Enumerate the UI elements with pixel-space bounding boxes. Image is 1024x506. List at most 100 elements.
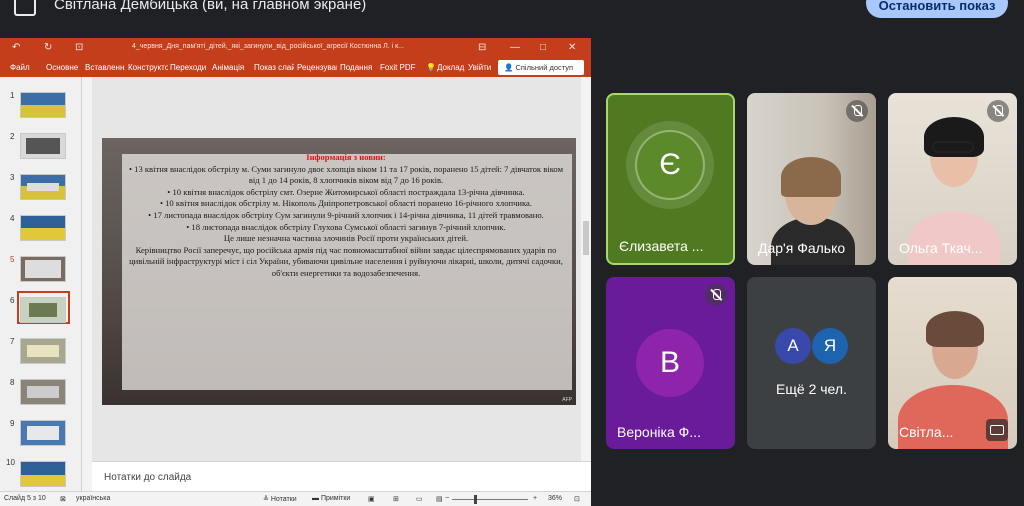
share-label: Спільний доступ [515,63,574,72]
slide-thumbnail[interactable] [20,338,66,364]
minimize-icon[interactable]: — [510,42,520,53]
slide-number: 2 [10,132,15,141]
participant-name: Вероніка Ф... [617,424,701,440]
photo-credit: AFP [562,397,572,403]
zoom-out-button[interactable]: − [445,495,449,502]
participant-name: Світла... [899,424,954,440]
thumbnails-scrollbar[interactable] [82,77,92,491]
tab-insert[interactable]: Вставлення [85,63,125,72]
summary-line: Це лише незначна частина злочинів Росії … [223,233,469,244]
share-button[interactable]: 👤 Спільний доступ [498,60,584,75]
participant-avatar: В [636,329,704,397]
language[interactable]: українська [76,495,110,502]
maximize-icon[interactable]: □ [540,42,546,53]
slide-thumbnail[interactable] [20,256,66,282]
news-item: • 17 листопада внаслідок обстрілу Сум за… [148,209,544,220]
slide-heading: Інформація з новин: [306,152,386,162]
current-slide[interactable]: Інформація з новин: • 13 квітня внаслідо… [102,138,576,405]
ribbon-tabs: Файл Основне Вставлення Конструктор Пере… [0,58,591,77]
slide-number: 8 [10,378,15,387]
mic-off-icon [987,100,1009,122]
tab-tell-me[interactable]: Доклад [437,63,464,72]
tab-home[interactable]: Основне [46,63,78,72]
zoom-slider-knob[interactable] [474,495,477,504]
slide-number: 5 [10,255,15,264]
zoom-in-button[interactable]: + [533,495,537,502]
spellcheck-icon[interactable]: ⊠ [60,495,66,503]
slide-thumbnail[interactable] [20,215,66,241]
document-title: 4_червня_Дня_пам'яті_дітей,_які_загинули… [132,43,405,50]
slide-thumbnails-pane: 1 2 3 4 5 6 7 8 9 10 [0,77,82,491]
participant-name: Ольга Ткач... [899,240,983,256]
comments-toggle-label: Примітки [320,495,351,502]
zoom-slider[interactable] [452,499,528,500]
slide-thumbnail[interactable] [20,297,66,323]
more-participants-tile[interactable]: А Я Ещё 2 чел. [747,277,876,449]
tab-sign-in[interactable]: Увійти [468,63,491,72]
slide-thumbnail[interactable] [20,133,66,159]
tab-file[interactable]: Файл [10,63,30,72]
tab-review[interactable]: Рецензування [297,63,337,72]
participant-avatar: Я [812,328,848,364]
slide-number: 7 [10,337,15,346]
tab-animation[interactable]: Анімація [212,63,244,72]
pip-icon[interactable] [986,419,1008,441]
participant-video [781,157,841,197]
participant-tile-darya[interactable]: Дар'я Фалько [747,93,876,265]
comments-toggle[interactable]: ▬ Примітки [312,495,350,502]
powerpoint-window: ↶ ↻ ⊡ 4_червня_Дня_пам'яті_дітей,_які_за… [0,38,591,506]
slide-sorter-icon[interactable]: ⊞ [393,495,399,503]
stop-presenting-button[interactable]: Остановить показ [866,0,1008,18]
news-item: • 18 листопада внаслідок обстрілу Глухов… [186,221,506,232]
participant-name: Єлизавета ... [619,238,704,254]
slide-thumbnail[interactable] [20,379,66,405]
tab-slideshow[interactable]: Показ слайдів [254,63,294,72]
fit-to-window-icon[interactable]: ⊡ [574,495,580,503]
tab-transitions[interactable]: Переходи [170,63,206,72]
news-item: • 13 квітня внаслідок обстрілу м. Суми з… [128,163,564,186]
glasses [932,141,974,153]
participant-tile-veronika[interactable]: В Вероніка Ф... [606,277,735,449]
notes-pane[interactable]: Нотатки до слайда [92,461,591,491]
slide-thumbnail[interactable] [20,461,66,487]
undo-icon[interactable]: ↶ [12,42,20,53]
slide-number: 3 [10,173,15,182]
participant-video [908,211,1000,265]
participant-name: Дар'я Фалько [758,240,846,256]
news-item: • 10 квітня внаслідок обстрілу смт. Озер… [167,186,525,197]
slide-thumbnail[interactable] [20,420,66,446]
presenting-label: Світлана Дембицька (ви, на главном экран… [54,0,367,13]
zoom-level[interactable]: 36% [548,495,562,502]
person-icon: 👤 [504,63,516,72]
reading-view-icon[interactable]: ▭ [416,495,423,503]
slide-number: 10 [6,458,15,467]
lightbulb-icon: 💡 [426,63,436,72]
slide-text: Інформація з новин: • 13 квітня внаслідо… [124,152,568,280]
participant-video [926,311,984,347]
slide-canvas: Інформація з новин: • 13 квітня внаслідо… [92,77,591,461]
participant-tile-svitlana[interactable]: Світла... [888,277,1017,449]
tab-view[interactable]: Подання [340,63,372,72]
slide-counter: Слайд 5 з 10 [4,495,46,502]
slide-scrollbar[interactable] [581,77,591,461]
redo-icon[interactable]: ↻ [44,42,52,53]
tab-foxit[interactable]: Foxit PDF [380,63,416,72]
presenting-bar: Світлана Дембицька (ви, на главном экран… [0,0,1024,22]
slide-thumbnail[interactable] [20,92,66,118]
participant-tile-yelyzaveta[interactable]: Є Єлизавета ... [606,93,735,265]
status-bar: Слайд 5 з 10 ⊠ українська ≜ Нотатки ▬ Пр… [0,491,591,506]
tab-design[interactable]: Конструктор [128,63,168,72]
participant-tile-olha[interactable]: Ольга Ткач... [888,93,1017,265]
notes-toggle[interactable]: ≜ Нотатки [263,495,297,503]
mic-off-icon [846,100,868,122]
present-from-start-icon[interactable]: ⊡ [75,42,83,53]
normal-view-icon[interactable]: ▣ [368,495,375,503]
ribbon-display-icon[interactable]: ⊟ [478,42,486,53]
close-icon[interactable]: ✕ [568,42,576,53]
scroll-thumb[interactable] [583,221,589,255]
slideshow-icon[interactable]: ▤ [436,495,443,503]
mic-off-icon [705,284,727,306]
slide-number: 9 [10,419,15,428]
slide-thumbnail[interactable] [20,174,66,200]
news-item: • 10 квітня внаслідок обстрілу м. Нікопо… [159,198,533,209]
